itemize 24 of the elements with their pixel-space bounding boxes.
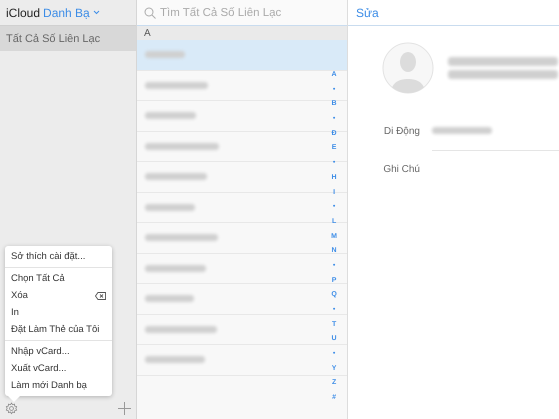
edit-button[interactable]: Sửa xyxy=(356,6,379,20)
menu-item[interactable]: Làm mới Danh bạ xyxy=(5,377,112,394)
chevron-down-icon xyxy=(92,10,100,15)
add-icon[interactable] xyxy=(118,402,131,414)
menu-item[interactable]: Xóa xyxy=(5,287,112,304)
field-label: Di Động xyxy=(382,126,421,136)
menu-item[interactable]: In xyxy=(5,304,112,321)
menu-item[interactable]: Sở thích cài đặt... xyxy=(5,248,112,265)
field-label: Ghi Chú xyxy=(382,164,421,174)
search-icon xyxy=(144,6,156,18)
section-header: A xyxy=(137,26,347,40)
search-field[interactable]: Tìm Tất Cả Số Liên Lạc xyxy=(160,6,330,18)
settings-icon[interactable] xyxy=(5,402,18,414)
avatar-icon xyxy=(382,42,434,94)
menu-item[interactable]: Chọn Tất Cả xyxy=(5,270,112,287)
blurred-value xyxy=(432,127,492,134)
contact-row[interactable] xyxy=(137,40,347,70)
delete-key-icon xyxy=(95,292,106,300)
menu-item[interactable]: Nhập vCard... xyxy=(5,343,112,360)
app-switcher[interactable]: Danh Bạ xyxy=(43,6,100,20)
app-brand: iCloud xyxy=(6,6,40,20)
menu-item[interactable]: Đặt Làm Thẻ của Tôi xyxy=(5,321,112,338)
group-item[interactable]: Tất Cả Số Liên Lạc xyxy=(0,26,136,51)
menu-item[interactable]: Xuất vCard... xyxy=(5,360,112,377)
